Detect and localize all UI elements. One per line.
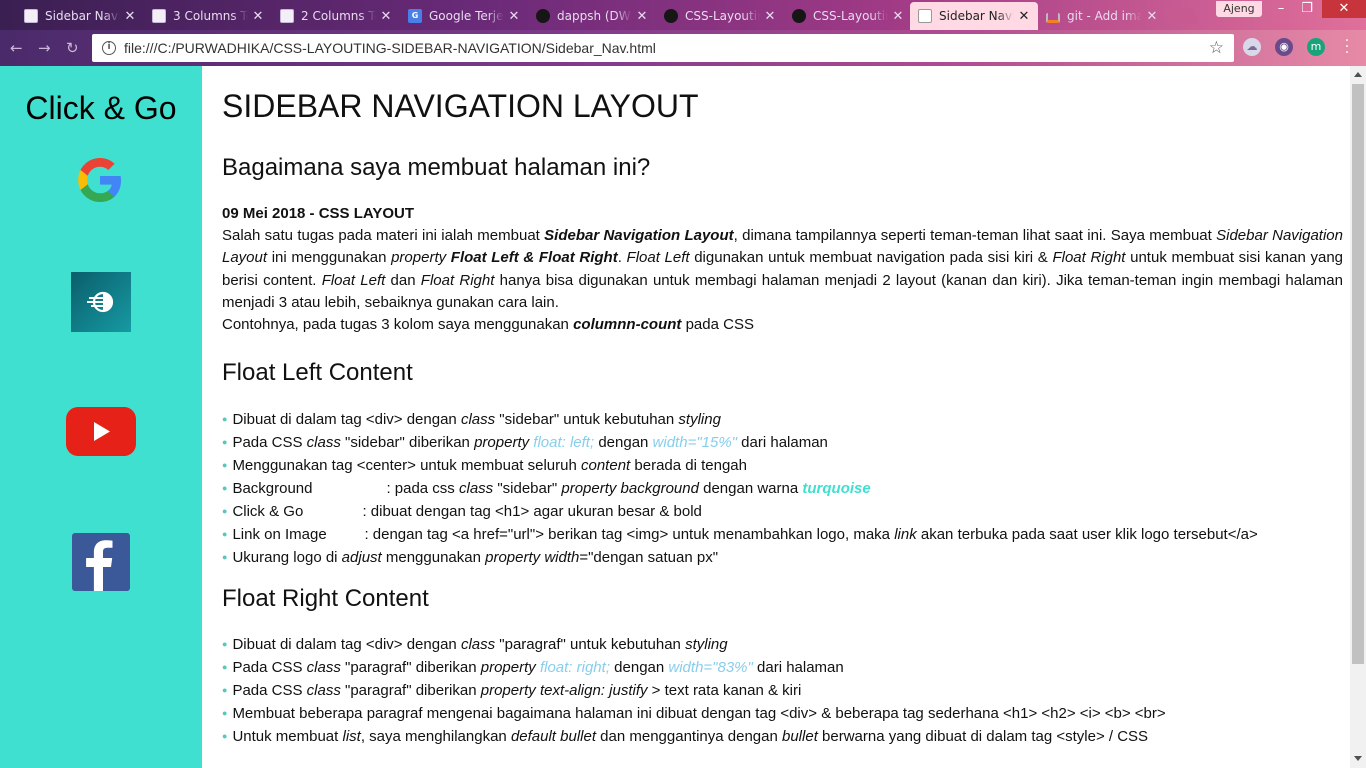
list-item: Dibuat di dalam tag <div> dengan class "…: [222, 633, 1166, 656]
vertical-scrollbar[interactable]: [1350, 66, 1366, 768]
sidebar: Click & Go: [0, 66, 202, 768]
address-bar[interactable]: i file:///C:/PURWADHIKA/CSS-LAYOUTING-SI…: [92, 34, 1234, 62]
scroll-up-arrow-icon[interactable]: [1354, 72, 1362, 77]
tab-title: 2 Columns Template: [301, 9, 376, 23]
tab-css-layouting-1[interactable]: CSS-Layouting ✕: [656, 2, 784, 30]
new-tab-button[interactable]: [1163, 8, 1199, 24]
float-left-heading: Float Left Content: [222, 359, 413, 386]
tab-title: Sidebar Navigation: [939, 9, 1014, 23]
sidebar-title: Click & Go: [25, 90, 177, 126]
page-icon: [918, 9, 932, 23]
close-icon[interactable]: ✕: [764, 9, 776, 24]
back-arrow-icon[interactable]: ←: [10, 39, 23, 57]
reload-icon[interactable]: ↻: [66, 39, 79, 57]
tab-dappsh[interactable]: dappsh (DWI) ✕: [528, 2, 656, 30]
info-icon[interactable]: i: [102, 41, 116, 55]
minimize-button[interactable]: –: [1268, 0, 1294, 18]
google-logo-link[interactable]: [72, 152, 128, 208]
scroll-down-arrow-icon[interactable]: [1354, 756, 1362, 761]
google-icon: [78, 158, 121, 202]
tab-title: CSS-Layouting: [685, 9, 760, 23]
extension-m-icon[interactable]: m: [1307, 38, 1325, 56]
float-right-list: Dibuat di dalam tag <div> dengan class "…: [222, 633, 1166, 748]
tab-sidebar-navigation-1[interactable]: Sidebar Navigation ✕: [16, 2, 144, 30]
page-icon: [152, 9, 166, 23]
tab-title: Sidebar Navigation: [45, 9, 120, 23]
list-item: Background: pada css class "sidebar" pro…: [222, 477, 1258, 500]
list-item: Menggunakan tag <center> untuk membuat s…: [222, 454, 1258, 477]
youtube-play-icon: [94, 422, 110, 441]
tab-google-translate[interactable]: G Google Terjemahan ✕: [400, 2, 528, 30]
tab-strip: Sidebar Navigation ✕ 3 Columns Template …: [0, 0, 1366, 30]
close-icon[interactable]: ✕: [636, 9, 648, 24]
list-item: Pada CSS class "paragraf" diberikan prop…: [222, 656, 1166, 679]
list-item: Link on Image: dengan tag <a href="url">…: [222, 523, 1257, 546]
tab-git-add-image[interactable]: git - Add image ✕: [1038, 2, 1166, 30]
github-icon: [664, 9, 678, 23]
close-icon[interactable]: ✕: [124, 9, 136, 24]
tab-title: CSS-Layouting: [813, 9, 888, 23]
browser-toolbar: ← → ↻ i file:///C:/PURWADHIKA/CSS-LAYOUT…: [0, 30, 1366, 66]
list-item: Ukurang logo di adjust menggunakan prope…: [222, 546, 1258, 569]
close-icon[interactable]: ✕: [252, 9, 264, 24]
intro-heading: Bagaimana saya membuat halaman ini?: [222, 154, 651, 181]
url-text[interactable]: file:///C:/PURWADHIKA/CSS-LAYOUTING-SIDE…: [124, 40, 1209, 56]
intro-paragraph: Salah satu tugas pada materi ini ialah m…: [222, 227, 1344, 334]
stackoverflow-icon: [1046, 13, 1060, 23]
extension-cloud-icon[interactable]: ☁: [1243, 38, 1261, 56]
list-item: Click & Go: dibuat dengan tag <h1> agar …: [222, 500, 1258, 523]
forward-arrow-icon[interactable]: →: [38, 39, 51, 57]
facebook-logo-link[interactable]: [72, 533, 130, 591]
tab-css-layouting-2[interactable]: CSS-Layouting ✕: [784, 2, 912, 30]
list-item: Membuat beberapa paragraf mengenai bagai…: [222, 702, 1165, 725]
facebook-icon: [86, 540, 113, 591]
list-item: Pada CSS class "sidebar" diberikan prope…: [222, 431, 1258, 454]
restore-button[interactable]: ❐: [1294, 0, 1320, 18]
post-date: 09 Mei 2018 - CSS LAYOUT: [222, 205, 415, 222]
close-icon[interactable]: ✕: [1146, 9, 1158, 24]
extension-chat-icon[interactable]: ◉: [1275, 38, 1293, 56]
tab-sidebar-navigation-active[interactable]: Sidebar Navigation ✕: [910, 2, 1038, 30]
profile-button[interactable]: Ajeng: [1216, 1, 1262, 17]
window-close-button[interactable]: ✕: [1322, 0, 1366, 18]
tab-3-columns[interactable]: 3 Columns Template ✕: [144, 2, 272, 30]
tab-2-columns[interactable]: 2 Columns Template ✕: [272, 2, 400, 30]
list-item: Pada CSS class "paragraf" diberikan prop…: [222, 679, 1166, 702]
scrollbar-thumb[interactable]: [1352, 84, 1364, 664]
tab-title: 3 Columns Template: [173, 9, 248, 23]
close-icon[interactable]: ✕: [508, 9, 520, 24]
page-icon: [24, 9, 38, 23]
tab-title: dappsh (DWI): [557, 9, 632, 23]
float-right-heading: Float Right Content: [222, 585, 429, 612]
drift-icon: [87, 291, 114, 313]
tab-title: Google Terjemahan: [429, 9, 504, 23]
list-item: Dibuat di dalam tag <div> dengan class "…: [222, 408, 1258, 431]
float-left-list: Dibuat di dalam tag <div> dengan class "…: [222, 408, 1258, 569]
close-icon[interactable]: ✕: [380, 9, 392, 24]
close-icon[interactable]: ✕: [1018, 9, 1030, 24]
bookmark-star-icon[interactable]: ☆: [1209, 38, 1224, 58]
google-translate-icon: G: [408, 9, 422, 23]
page-viewport: Click & Go SIDEBAR NAVIGATION LAYOUT Bag…: [0, 66, 1350, 768]
close-icon[interactable]: ✕: [892, 9, 904, 24]
page-title: SIDEBAR NAVIGATION LAYOUT: [222, 88, 699, 124]
github-icon: [536, 9, 550, 23]
github-icon: [792, 9, 806, 23]
more-menu-icon[interactable]: · · ·: [1342, 34, 1352, 60]
youtube-logo-link[interactable]: [66, 407, 136, 456]
page-icon: [280, 9, 294, 23]
list-item: Untuk membuat list, saya menghilangkan d…: [222, 725, 1166, 748]
tab-title: git - Add image: [1067, 9, 1142, 23]
drift-logo-link[interactable]: [71, 272, 131, 332]
